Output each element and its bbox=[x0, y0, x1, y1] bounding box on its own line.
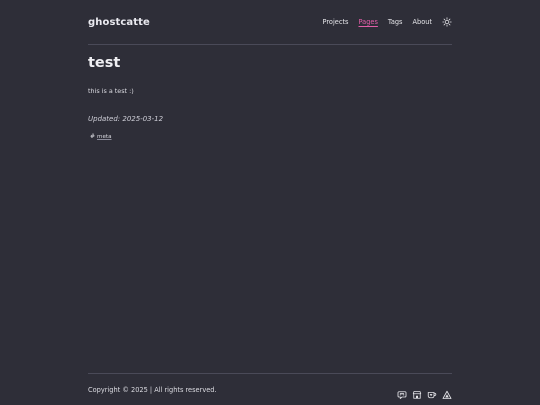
tag-label: meta bbox=[97, 133, 112, 140]
updated-date: Updated: 2025-03-12 bbox=[88, 115, 164, 123]
hash-icon: # bbox=[90, 133, 96, 140]
header-divider bbox=[88, 44, 452, 45]
kofi-icon[interactable] bbox=[427, 385, 437, 399]
sun-icon[interactable] bbox=[442, 17, 452, 27]
copyright-text: Copyright © 2025 | All rights reserved. bbox=[88, 386, 217, 394]
mastodon-icon[interactable] bbox=[397, 385, 407, 399]
page-title: test bbox=[88, 55, 121, 71]
footer-divider bbox=[88, 373, 452, 374]
site-brand[interactable]: ghostcatte bbox=[88, 17, 150, 28]
site-footer: Copyright © 2025 | All rights reserved. bbox=[88, 383, 452, 399]
triangle-icon[interactable] bbox=[442, 385, 452, 399]
social-links bbox=[397, 385, 452, 399]
post-body: this is a test :) bbox=[88, 87, 134, 95]
nav-tags[interactable]: Tags bbox=[388, 18, 403, 26]
nav-projects[interactable]: Projects bbox=[322, 18, 348, 26]
main-nav: Projects Pages Tags About bbox=[322, 17, 452, 27]
nav-pages[interactable]: Pages bbox=[358, 18, 377, 26]
nav-about[interactable]: About bbox=[413, 18, 433, 26]
page: ghostcatte Projects Pages Tags About tes… bbox=[0, 0, 540, 405]
post-content: test this is a test :) Updated: 2025-03-… bbox=[88, 54, 452, 142]
shop-icon[interactable] bbox=[412, 385, 422, 399]
tag-link-meta[interactable]: # meta bbox=[88, 133, 112, 140]
site-header: ghostcatte Projects Pages Tags About bbox=[88, 12, 452, 32]
